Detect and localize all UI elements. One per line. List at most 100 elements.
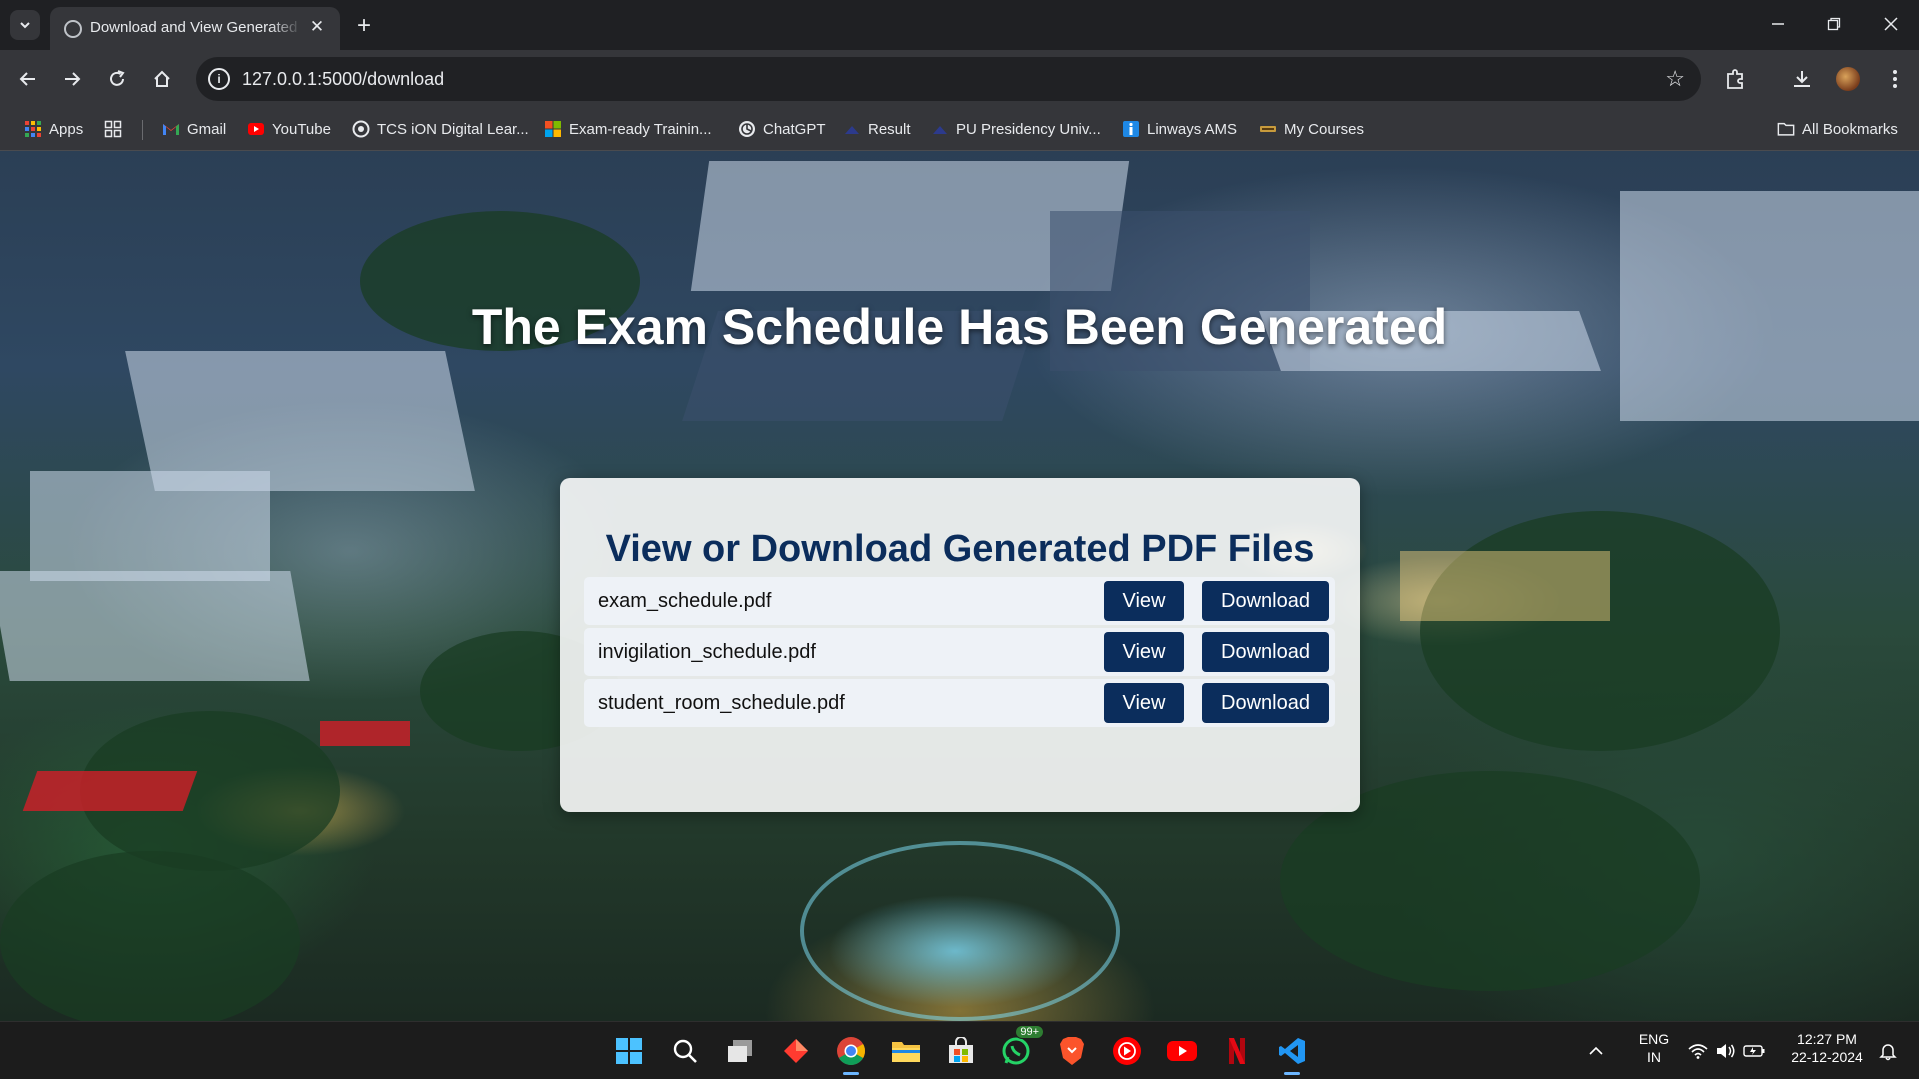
download-icon	[1794, 71, 1810, 87]
file-row: invigilation_schedule.pdf View Download	[584, 628, 1335, 676]
tcs-ion-icon	[352, 120, 370, 138]
bookmark-tcs-ion[interactable]: TCS iON Digital Lear...	[352, 118, 529, 140]
bookmark-apps[interactable]: Apps	[24, 118, 83, 140]
minimize-button[interactable]	[1760, 8, 1796, 40]
all-bookmarks-button[interactable]: All Bookmarks	[1777, 118, 1898, 140]
page-title: The Exam Schedule Has Been Generated	[471, 299, 1448, 355]
taskbar-vscode[interactable]	[1272, 1031, 1312, 1075]
bookmarks-divider	[142, 120, 143, 140]
wifi-icon	[1688, 1044, 1708, 1059]
bookmark-my-courses[interactable]: My Courses	[1259, 118, 1364, 140]
downloads-button[interactable]	[1787, 64, 1817, 94]
brave-icon	[1060, 1037, 1084, 1065]
folder-icon	[1777, 122, 1795, 136]
language-code: ENG	[1638, 1031, 1670, 1047]
clock[interactable]: 12:27 PM 22-12-2024	[1782, 1030, 1872, 1066]
file-row: student_room_schedule.pdf View Download	[584, 679, 1335, 727]
view-button[interactable]: View	[1104, 632, 1184, 672]
input-language-indicator[interactable]: ENG IN	[1634, 1030, 1674, 1066]
youtube-music-icon	[1113, 1037, 1141, 1065]
url-text[interactable]: 127.0.0.1:5000/download	[242, 69, 444, 90]
task-view-button[interactable]	[720, 1031, 760, 1071]
bookmark-linways[interactable]: Linways AMS	[1122, 118, 1237, 140]
show-hidden-icons-button[interactable]	[1584, 1031, 1608, 1071]
bookmark-label: Result	[868, 120, 911, 138]
browser-toolbar: i 127.0.0.1:5000/download ☆	[0, 50, 1919, 108]
windows-start-icon	[616, 1038, 642, 1064]
back-button[interactable]	[13, 64, 43, 94]
taskbar-netflix[interactable]	[1217, 1031, 1257, 1071]
reload-button[interactable]	[102, 64, 132, 94]
bookmark-chatgpt[interactable]: ChatGPT	[738, 118, 826, 140]
profile-avatar[interactable]	[1833, 64, 1863, 94]
site-info-icon[interactable]: i	[208, 68, 230, 90]
download-button[interactable]: Download	[1202, 581, 1329, 621]
download-button[interactable]: Download	[1202, 632, 1329, 672]
file-name: student_room_schedule.pdf	[598, 692, 845, 714]
bookmark-youtube[interactable]: YouTube	[247, 118, 331, 140]
bookmark-label: YouTube	[272, 120, 331, 138]
taskbar-app-diamond[interactable]	[776, 1031, 816, 1071]
bookmark-label: PU Presidency Univ...	[956, 120, 1101, 138]
search-icon	[673, 1039, 697, 1063]
window-close-button[interactable]	[1873, 8, 1909, 40]
view-button[interactable]: View	[1104, 581, 1184, 621]
taskbar-youtube-music[interactable]	[1107, 1031, 1147, 1071]
taskbar-youtube[interactable]	[1162, 1031, 1202, 1071]
browser-menu-button[interactable]	[1880, 64, 1910, 94]
reload-icon	[110, 70, 125, 86]
page-viewport: The Exam Schedule Has Been Generated Vie…	[0, 151, 1919, 1021]
extensions-button[interactable]	[1720, 64, 1750, 94]
tab-strip: Download and View Generated PDFs ✕ +	[0, 0, 1919, 50]
taskbar-file-explorer[interactable]	[886, 1031, 926, 1071]
bookmark-label: Apps	[49, 120, 84, 138]
new-tab-button[interactable]: +	[350, 12, 378, 40]
region-code: IN	[1647, 1049, 1661, 1065]
bookmark-gmail[interactable]: Gmail	[162, 118, 226, 140]
tab-search-button[interactable]	[10, 10, 40, 40]
youtube-icon	[1167, 1041, 1197, 1061]
bookmark-result[interactable]: Result	[843, 118, 911, 140]
forward-button[interactable]	[57, 64, 87, 94]
app-diamond-icon	[784, 1039, 808, 1063]
address-bar[interactable]: i 127.0.0.1:5000/download ☆	[196, 57, 1701, 101]
bell-icon	[1879, 1044, 1897, 1061]
tab-groups-icon	[104, 120, 122, 138]
download-button[interactable]: Download	[1202, 683, 1329, 723]
taskbar-brave[interactable]	[1052, 1031, 1092, 1071]
chevron-down-icon	[20, 22, 30, 29]
wifi-status[interactable]	[1686, 1031, 1710, 1071]
more-vertical-icon	[1893, 70, 1897, 88]
restore-button[interactable]	[1816, 8, 1852, 40]
puzzle-icon	[1727, 69, 1743, 89]
file-explorer-icon	[892, 1042, 920, 1062]
bookmark-exam-ready[interactable]: Exam-ready Trainin...	[544, 118, 712, 140]
chevron-up-icon	[1589, 1046, 1603, 1055]
tab-groups-button[interactable]	[104, 118, 122, 140]
task-view-icon	[728, 1040, 752, 1062]
battery-status[interactable]	[1742, 1031, 1766, 1071]
bookmark-star-icon[interactable]: ☆	[1665, 66, 1685, 92]
home-button[interactable]	[147, 64, 177, 94]
bookmark-label: Linways AMS	[1147, 120, 1238, 138]
volume-status[interactable]	[1714, 1031, 1738, 1071]
close-icon[interactable]: ✕	[306, 16, 328, 38]
taskbar-chrome[interactable]	[831, 1031, 871, 1075]
taskbar-search-button[interactable]	[665, 1031, 705, 1071]
microsoft-store-icon	[949, 1037, 973, 1063]
taskbar-whatsapp[interactable]: 99+	[996, 1025, 1044, 1071]
view-button[interactable]: View	[1104, 683, 1184, 723]
battery-charging-icon	[1743, 1045, 1765, 1057]
notifications-button[interactable]	[1876, 1031, 1900, 1071]
bookmark-pu-presidency[interactable]: PU Presidency Univ...	[931, 118, 1101, 140]
notification-badge: 99+	[1015, 1025, 1044, 1039]
all-bookmarks-label: All Bookmarks	[1802, 120, 1898, 138]
bookmark-label: TCS iON Digital Lear...	[377, 120, 529, 138]
active-tab[interactable]: Download and View Generated PDFs ✕	[50, 7, 340, 50]
folder-shape-icon	[933, 126, 947, 134]
start-button[interactable]	[609, 1031, 649, 1071]
chrome-icon	[837, 1037, 865, 1065]
restore-icon	[1827, 17, 1841, 31]
globe-icon	[64, 20, 82, 38]
taskbar-microsoft-store[interactable]	[941, 1031, 981, 1071]
